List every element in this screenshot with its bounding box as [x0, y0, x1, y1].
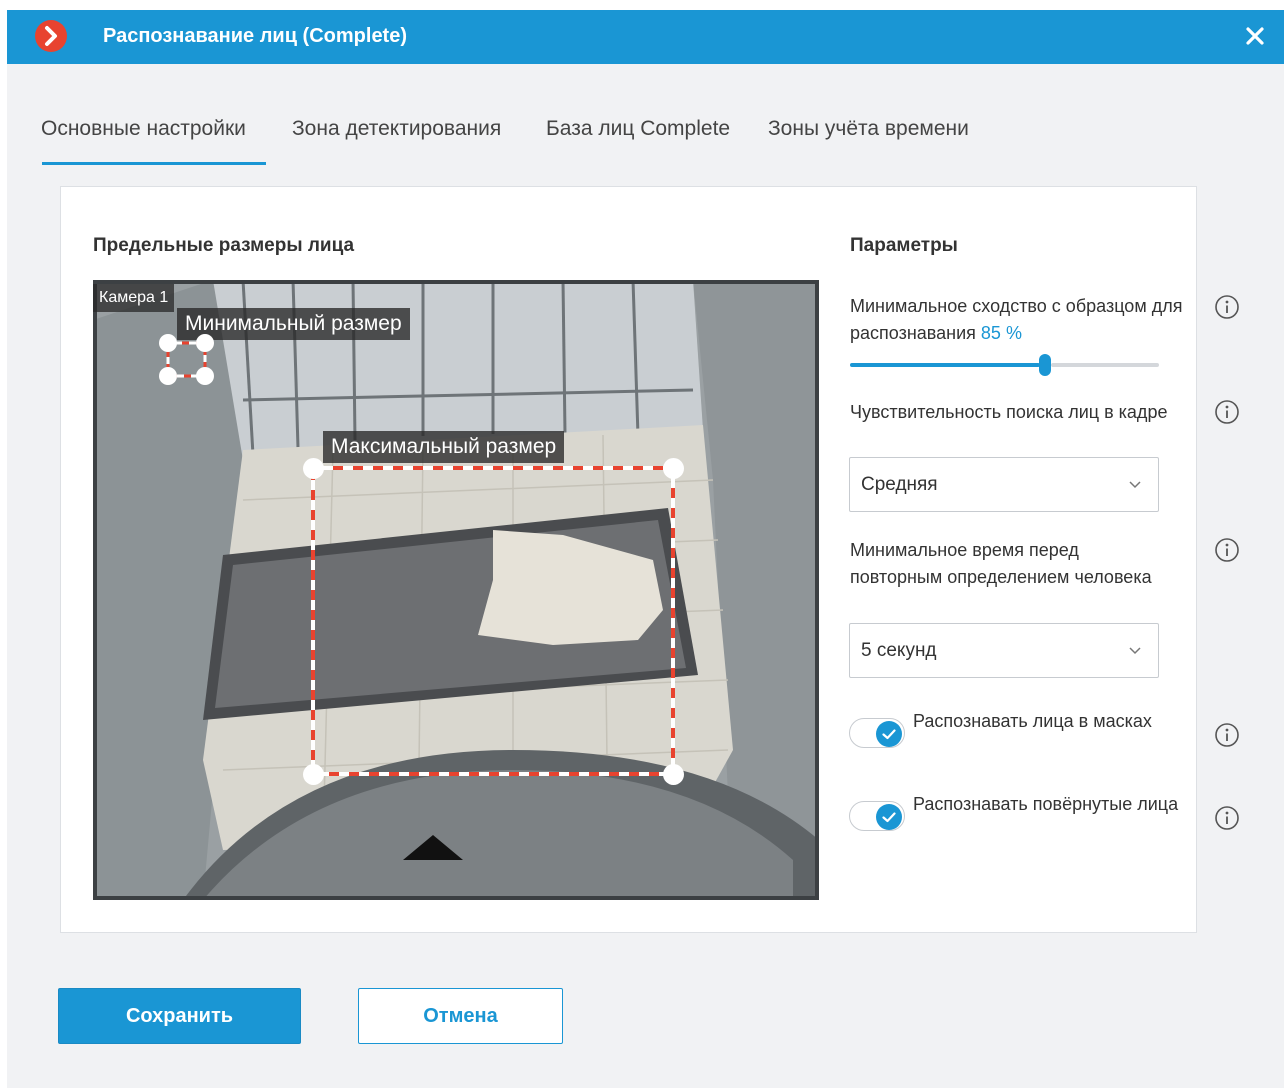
sensitivity-select[interactable]: Средняя — [849, 457, 1159, 512]
title-bar: Распознавание лиц (Complete) — [7, 10, 1284, 64]
chevron-down-icon — [1129, 647, 1141, 655]
sensitivity-value: Средняя — [861, 474, 938, 495]
rotated-toggle[interactable] — [849, 801, 905, 831]
checkmark-icon — [882, 729, 896, 740]
cancel-button[interactable]: Отмена — [358, 988, 563, 1044]
save-button[interactable]: Сохранить — [58, 988, 301, 1044]
toggle-knob — [876, 804, 902, 830]
info-icon[interactable] — [1214, 399, 1240, 425]
params-title: Параметры — [850, 235, 958, 256]
sensitivity-label: Чувствительность поиска лиц в кадре — [850, 402, 1168, 422]
close-icon — [1246, 27, 1264, 45]
brand-chevron-icon — [35, 20, 67, 52]
max-size-handle-bl[interactable] — [303, 764, 324, 785]
close-button[interactable] — [1239, 20, 1271, 52]
similarity-slider-thumb[interactable] — [1039, 354, 1051, 376]
max-size-handle-tl[interactable] — [303, 458, 324, 479]
face-limits-title: Предельные размеры лица — [93, 235, 355, 256]
chevron-down-icon — [1129, 481, 1141, 489]
max-size-label: Максимальный размер — [323, 431, 565, 463]
similarity-slider-track[interactable] — [1051, 363, 1159, 367]
tab-main-settings[interactable]: Основные настройки — [41, 114, 246, 144]
min-time-select[interactable]: 5 секунд — [849, 623, 1159, 678]
info-icon[interactable] — [1214, 537, 1240, 563]
checkmark-icon — [882, 812, 896, 823]
min-time-label: Минимальное время перед повторным опреде… — [850, 540, 1152, 587]
masks-toggle-label: Распознавать лица в масках — [913, 711, 1152, 731]
min-time-value: 5 секунд — [861, 640, 937, 661]
info-icon[interactable] — [1214, 294, 1240, 320]
max-size-handle-tr[interactable] — [663, 458, 684, 479]
settings-card: Предельные размеры лица Камера 1 Минимал… — [60, 186, 1239, 933]
similarity-label: Минимальное сходство с образцом для расп… — [850, 296, 1183, 343]
camera-preview[interactable]: Камера 1 Минимальный размер Максимальный… — [93, 280, 819, 900]
active-tab-indicator — [42, 162, 266, 165]
max-size-handle-br[interactable] — [663, 764, 684, 785]
masks-toggle[interactable] — [849, 718, 905, 748]
info-icon[interactable] — [1214, 805, 1240, 831]
rotated-toggle-label: Распознавать повёрнутые лица — [913, 794, 1179, 814]
min-size-handle-tr[interactable] — [196, 334, 214, 352]
toggle-knob — [876, 721, 902, 747]
tab-face-database[interactable]: База лиц Complete — [546, 114, 730, 144]
similarity-slider-fill — [850, 363, 1040, 367]
min-size-handle-tl[interactable] — [159, 334, 177, 352]
face-recognition-dialog: Распознавание лиц (Complete) Основные на… — [7, 10, 1284, 1088]
info-icon[interactable] — [1214, 722, 1240, 748]
similarity-value: 85 — [980, 323, 1001, 343]
window-title: Распознавание лиц (Complete) — [103, 25, 408, 47]
min-size-handle-br[interactable] — [196, 367, 214, 385]
tab-time-zones[interactable]: Зоны учёта времени — [768, 114, 969, 144]
similarity-unit: % — [1005, 323, 1022, 343]
min-size-handle-bl[interactable] — [159, 367, 177, 385]
tab-detection-zone[interactable]: Зона детектирования — [292, 114, 501, 144]
